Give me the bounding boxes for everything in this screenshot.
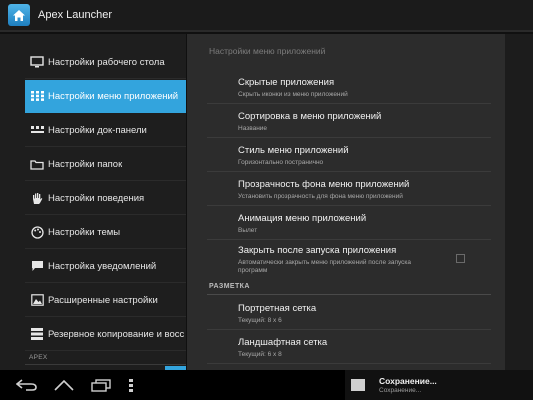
pref-summary: Горизонтально постранично (238, 159, 324, 166)
pref-summary: Скрыть иконки из меню приложений (238, 91, 348, 98)
sidebar-item-notifications[interactable]: Настройка уведомлений (25, 250, 186, 283)
advanced-settings-icon (30, 293, 44, 307)
sidebar-item-advanced[interactable]: Расширенные настройки (25, 284, 186, 317)
app-grid-icon (30, 89, 44, 103)
content-area: Настройки меню приложений Скрытые прилож… (187, 34, 533, 370)
sidebar-item-label: Настройки док-панели (48, 124, 147, 136)
sidebar-item-label: Настройки поведения (48, 192, 145, 204)
sidebar-item-label: Настройки папок (48, 158, 123, 170)
palette-icon (30, 225, 44, 239)
back-icon[interactable] (14, 377, 40, 393)
sidebar-item-label: Настройки меню приложений (48, 90, 179, 102)
section-divider (25, 364, 186, 365)
chat-bubble-icon (30, 259, 44, 273)
folder-icon (30, 157, 44, 171)
saving-notification[interactable]: Сохранение... Сохранение... (345, 370, 533, 400)
app-title: Apex Launcher (38, 9, 112, 21)
pref-summary: Автоматически закрыть меню приложений по… (238, 259, 412, 266)
settings-sidebar: Настройки рабочего стола Настройки меню … (0, 34, 186, 370)
panel-title: Настройки меню приложений (209, 46, 326, 56)
sidebar-item-dock[interactable]: Настройки док-панели (25, 114, 186, 147)
sidebar-item-label: Расширенные настройки (48, 294, 158, 306)
home-app-icon[interactable] (8, 4, 30, 26)
pref-title: Портретная сетка (238, 303, 317, 314)
recent-apps-icon[interactable] (88, 377, 114, 393)
pref-portrait-grid[interactable]: Портретная сетка Текущий: 8 x 6 (207, 296, 491, 330)
menu-icon[interactable] (124, 377, 138, 393)
sidebar-item-behavior[interactable]: Настройки поведения (25, 182, 186, 215)
sidebar-item-theme[interactable]: Настройки темы (25, 216, 186, 249)
pref-landscape-grid[interactable]: Ландшафтная сетка Текущий: 6 x 8 (207, 330, 491, 364)
pref-title: Прозрачность фона меню приложений (238, 179, 410, 190)
sidebar-item-label: Настройки темы (48, 226, 121, 238)
pref-title: Стиль меню приложений (238, 145, 349, 156)
dock-icon (30, 123, 44, 137)
sidebar-item-label: Настройки рабочего стола (48, 56, 165, 68)
pref-title: Сортировка в меню приложений (238, 111, 382, 122)
sidebar-item-folders[interactable]: Настройки папок (25, 148, 186, 181)
action-bar: Apex Launcher (0, 0, 533, 32)
sidebar-item-desktop[interactable]: Настройки рабочего стола (25, 46, 186, 79)
pref-background-transparency[interactable]: Прозрачность фона меню приложений Устано… (207, 172, 491, 206)
sidebar-item-label: Резервное копирование и восс (48, 328, 185, 340)
pref-title: Ландшафтная сетка (238, 337, 328, 348)
sidebar-item-backup[interactable]: Резервное копирование и восс (25, 318, 186, 351)
sidebar-item-app-drawer[interactable]: Настройки меню приложений (25, 80, 186, 113)
pref-summary: Текущий: 8 x 6 (238, 317, 282, 324)
pref-summary: Установить прозрачность для фона меню пр… (238, 193, 403, 200)
home-icon[interactable] (52, 377, 76, 393)
sidebar-item-label: Настройка уведомлений (48, 260, 157, 272)
pref-sorting[interactable]: Сортировка в меню приложений Название (207, 104, 491, 138)
notification-subtitle: Сохранение... (379, 387, 422, 394)
section-header-apex: APEX (29, 354, 48, 361)
category-header-layout: РАЗМЕТКА (207, 282, 491, 295)
pref-summary: Текущий: 6 x 8 (238, 351, 282, 358)
category-label: РАЗМЕТКА (209, 283, 250, 290)
pref-summary: Название (238, 125, 268, 132)
desktop-icon (30, 55, 44, 69)
pref-close-after-launch[interactable]: Закрыть после запуска приложения Автомат… (207, 240, 491, 280)
pref-drawer-animation[interactable]: Анимация меню приложений Вылет (207, 206, 491, 240)
image-icon (351, 379, 365, 391)
preferences-panel: Настройки меню приложений Скрытые прилож… (187, 34, 505, 370)
pref-title: Закрыть после запуска приложения (238, 245, 397, 256)
notification-title: Сохранение... (379, 376, 437, 386)
pref-summary: программ (238, 267, 268, 274)
pref-title: Анимация меню приложений (238, 213, 367, 224)
pref-title: Скрытые приложения (238, 77, 335, 88)
backup-icon (30, 327, 44, 341)
hand-gesture-icon (30, 191, 44, 205)
close-after-launch-checkbox[interactable] (456, 254, 465, 263)
pref-hidden-apps[interactable]: Скрытые приложения Скрыть иконки из меню… (207, 72, 491, 104)
pref-summary: Вылет (238, 227, 258, 234)
pref-drawer-style[interactable]: Стиль меню приложений Горизонтально пост… (207, 138, 491, 172)
panel-scroll-gutter (505, 34, 533, 370)
